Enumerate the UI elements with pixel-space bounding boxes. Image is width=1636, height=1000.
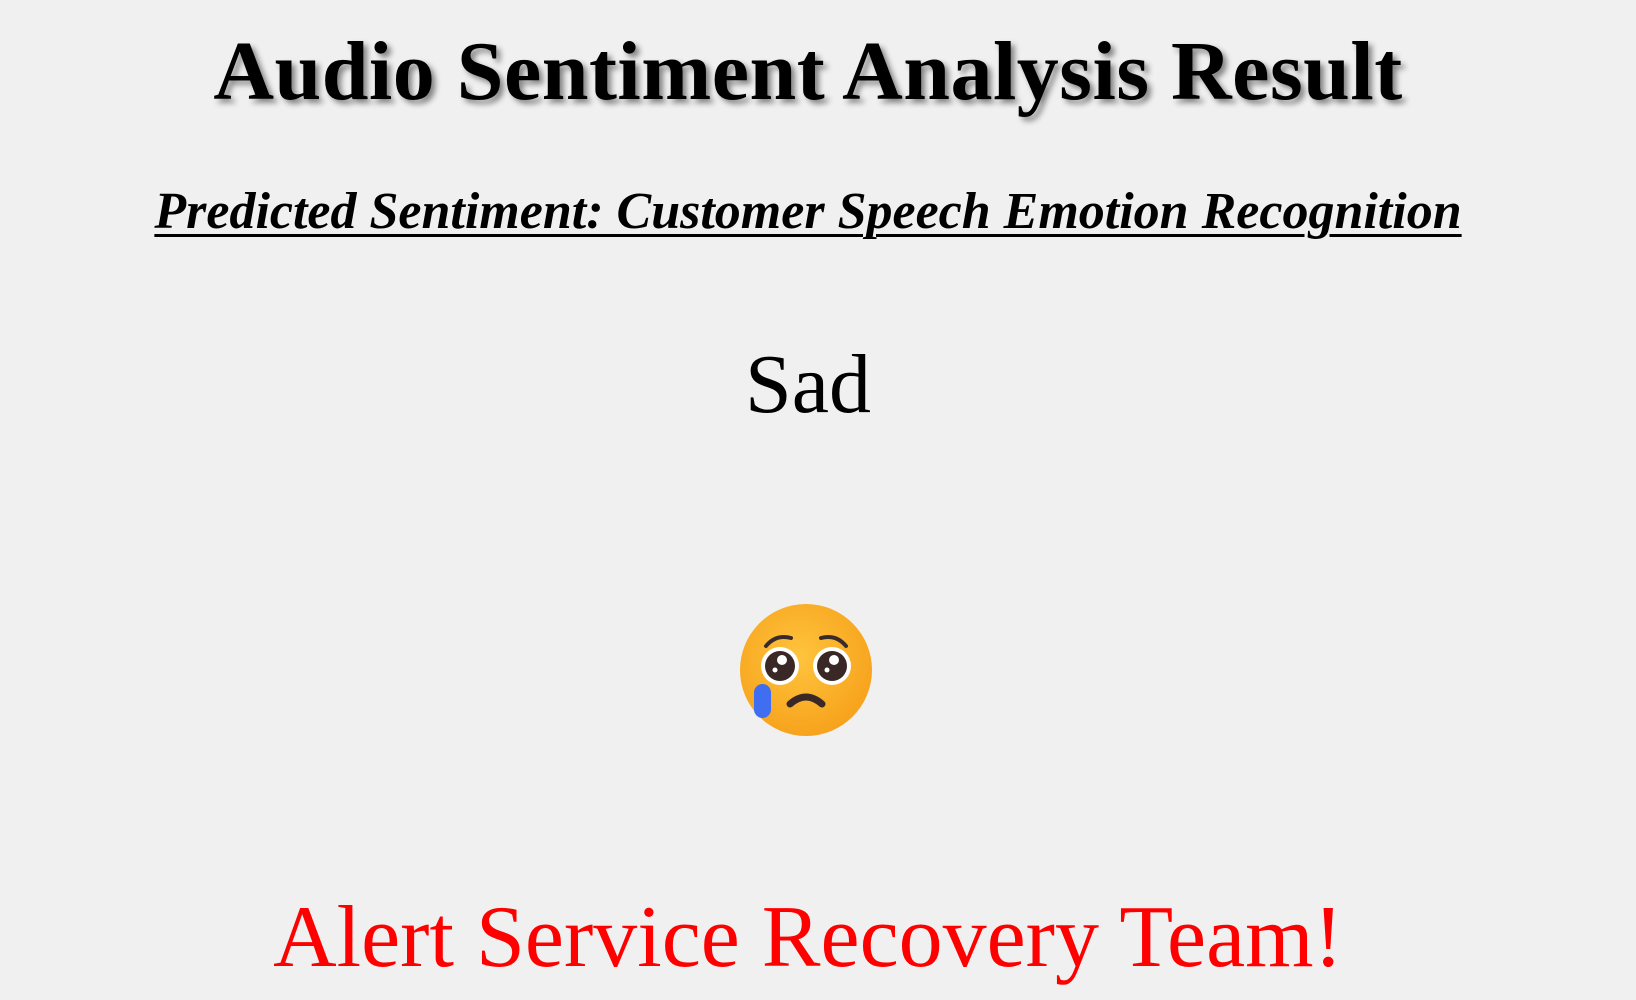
- sentiment-label: Sad: [745, 338, 871, 431]
- alert-message: Alert Service Recovery Team!: [273, 889, 1343, 986]
- predicted-sentiment-heading: Predicted Sentiment: Customer Speech Emo…: [154, 183, 1462, 240]
- page-title: Audio Sentiment Analysis Result: [213, 25, 1403, 118]
- result-page: Audio Sentiment Analysis Result Predicte…: [0, 0, 1636, 1000]
- crying-face-icon: [736, 600, 876, 740]
